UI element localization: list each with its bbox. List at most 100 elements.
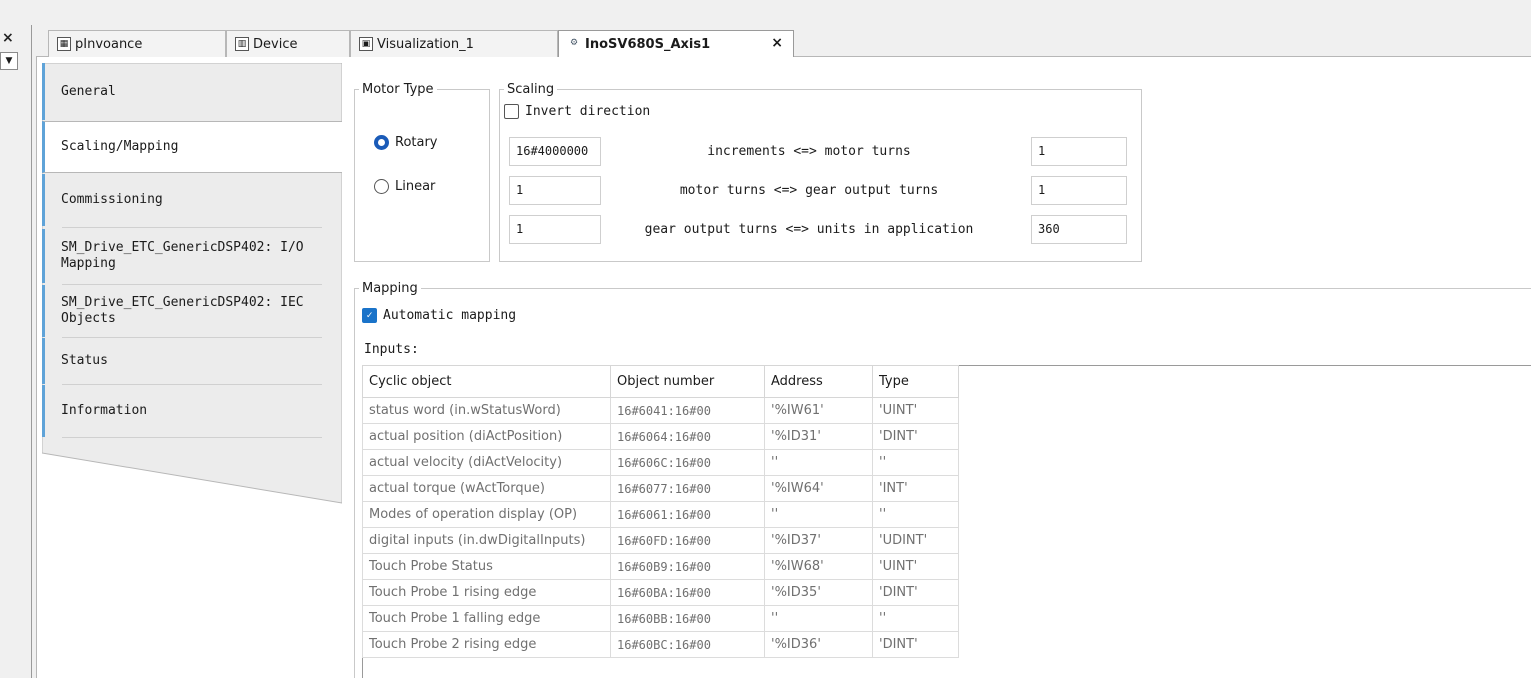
column-header-object-number[interactable]: Object number: [610, 365, 765, 398]
cell-type: '': [872, 501, 959, 528]
nav-item-commissioning[interactable]: Commissioning: [42, 174, 342, 226]
units-in-application-input[interactable]: 360: [1031, 215, 1127, 244]
nav-item-scaling-mapping[interactable]: Scaling/Mapping: [42, 121, 342, 173]
device-icon: ▥: [235, 37, 249, 51]
table-row[interactable]: Touch Probe 2 rising edge 16#60BC:16#00 …: [362, 631, 959, 658]
increments-label: increments <=> motor turns: [707, 144, 911, 159]
chevron-down-icon[interactable]: ▼: [0, 52, 18, 70]
cell-type: 'DINT': [872, 631, 959, 658]
nav-item-status[interactable]: Status: [42, 338, 342, 384]
inputs-table: Cyclic object Object number Address Type…: [362, 365, 959, 658]
nav-item-label: SM_Drive_ETC_GenericDSP402: I/O Mapping: [61, 240, 304, 271]
cell-cyclic-object: status word (in.wStatusWord): [362, 397, 611, 424]
gear-output-label: gear output turns <=> units in applicati…: [644, 222, 974, 237]
nav-item-io-mapping[interactable]: SM_Drive_ETC_GenericDSP402: I/O Mapping: [42, 229, 332, 283]
automatic-mapping-checkbox[interactable]: ✓ Automatic mapping: [362, 308, 516, 323]
table-row[interactable]: Touch Probe 1 rising edge 16#60BA:16#00 …: [362, 579, 959, 606]
nav-item-general[interactable]: General: [42, 63, 342, 120]
table-row[interactable]: Touch Probe Status 16#60B9:16#00 '%IW68'…: [362, 553, 959, 580]
cell-object-number: 16#60BA:16#00: [610, 579, 765, 606]
editor-side-nav: General Scaling/Mapping Commissioning SM…: [42, 63, 342, 678]
tab-visualization[interactable]: ▣ Visualization_1: [350, 30, 558, 57]
radio-dot: [374, 135, 389, 150]
table-row[interactable]: digital inputs (in.dwDigitalInputs) 16#6…: [362, 527, 959, 554]
tab-label: Visualization_1: [377, 36, 474, 52]
cell-address: '%ID35': [764, 579, 873, 606]
cell-cyclic-object: digital inputs (in.dwDigitalInputs): [362, 527, 611, 554]
cell-cyclic-object: Modes of operation display (OP): [362, 501, 611, 528]
motor-type-title: Motor Type: [362, 82, 434, 97]
table-row[interactable]: Touch Probe 1 falling edge 16#60BB:16#00…: [362, 605, 959, 632]
document-icon: ▦: [57, 37, 71, 51]
nav-item-label: General: [61, 83, 116, 99]
cell-type: 'UINT': [872, 553, 959, 580]
motor-turns-input[interactable]: 1: [1031, 137, 1127, 166]
cell-address: '%ID31': [764, 423, 873, 450]
cell-address: '': [764, 501, 873, 528]
linear-radio[interactable]: Linear: [374, 179, 435, 194]
invert-direction-checkbox[interactable]: Invert direction: [504, 104, 650, 119]
nav-item-information[interactable]: Information: [42, 385, 342, 437]
cell-object-number: 16#606C:16#00: [610, 449, 765, 476]
tab-label: InoSV680S_Axis1: [585, 37, 711, 52]
scaling-mapping-panel: Motor Type Rotary Linear Scaling Invert …: [344, 57, 1531, 678]
cell-address: '%IW68': [764, 553, 873, 580]
cell-type: 'INT': [872, 475, 959, 502]
tab-axis[interactable]: ⚙ InoSV680S_Axis1 ×: [558, 30, 794, 58]
cell-address: '': [764, 449, 873, 476]
cell-object-number: 16#6041:16#00: [610, 397, 765, 424]
nav-item-iec-objects[interactable]: SM_Drive_ETC_GenericDSP402: IEC Objects: [42, 285, 332, 337]
cell-object-number: 16#6061:16#00: [610, 501, 765, 528]
mapping-title: Mapping: [362, 281, 418, 296]
panel-divider: [31, 25, 32, 678]
table-row[interactable]: actual torque (wActTorque) 16#6077:16#00…: [362, 475, 959, 502]
tab-device[interactable]: ▥ Device: [226, 30, 350, 57]
table-row[interactable]: actual position (diActPosition) 16#6064:…: [362, 423, 959, 450]
cell-cyclic-object: actual torque (wActTorque): [362, 475, 611, 502]
cell-cyclic-object: Touch Probe Status: [362, 553, 611, 580]
motor-turns-ratio-input[interactable]: 1: [509, 176, 601, 205]
table-row[interactable]: status word (in.wStatusWord) 16#6041:16#…: [362, 397, 959, 424]
tab-label: pInvoance: [75, 36, 143, 52]
cell-address: '%ID37': [764, 527, 873, 554]
radio-dot: [374, 179, 389, 194]
inputs-label: Inputs:: [364, 342, 419, 357]
inputs-label-text: Inputs:: [364, 342, 419, 357]
cell-type: 'UDINT': [872, 527, 959, 554]
left-panel: × ▼: [0, 0, 36, 678]
close-icon[interactable]: ×: [771, 35, 783, 51]
visualization-icon: ▣: [359, 37, 373, 51]
nav-item-label: Commissioning: [61, 192, 163, 207]
table-row[interactable]: actual velocity (diActVelocity) 16#606C:…: [362, 449, 959, 476]
column-header-cyclic-object[interactable]: Cyclic object: [362, 365, 611, 398]
cell-cyclic-object: Touch Probe 1 rising edge: [362, 579, 611, 606]
column-header-address[interactable]: Address: [764, 365, 873, 398]
cell-cyclic-object: actual velocity (diActVelocity): [362, 449, 611, 476]
rotary-label: Rotary: [395, 135, 438, 150]
motor-turns-label: motor turns <=> gear output turns: [679, 183, 939, 198]
tab-label: Device: [253, 36, 298, 52]
close-icon[interactable]: ×: [2, 30, 14, 46]
linear-label: Linear: [395, 179, 436, 194]
motor-type-group: Motor Type: [354, 82, 490, 262]
tab-pinvoance[interactable]: ▦ pInvoance: [48, 30, 226, 57]
gear-output-ratio-input[interactable]: 1: [509, 215, 601, 244]
nav-item-label: SM_Drive_ETC_GenericDSP402: IEC Objects: [61, 295, 304, 326]
cell-cyclic-object: Touch Probe 1 falling edge: [362, 605, 611, 632]
check-icon: ✓: [362, 308, 377, 323]
cell-address: '%IW64': [764, 475, 873, 502]
axis-editor: General Scaling/Mapping Commissioning SM…: [36, 57, 1531, 678]
column-header-type[interactable]: Type: [872, 365, 959, 398]
rotary-radio[interactable]: Rotary: [374, 135, 438, 150]
table-row[interactable]: Modes of operation display (OP) 16#6061:…: [362, 501, 959, 528]
cell-address: '': [764, 605, 873, 632]
cell-object-number: 16#6077:16#00: [610, 475, 765, 502]
cell-object-number: 16#60BB:16#00: [610, 605, 765, 632]
cell-object-number: 16#60B9:16#00: [610, 553, 765, 580]
cell-type: '': [872, 605, 959, 632]
gear-output-turns-input[interactable]: 1: [1031, 176, 1127, 205]
nav-item-label: Status: [61, 353, 108, 368]
nav-item-label: Scaling/Mapping: [61, 139, 179, 154]
checkbox-box: [504, 104, 519, 119]
increments-input[interactable]: 16#4000000: [509, 137, 601, 166]
